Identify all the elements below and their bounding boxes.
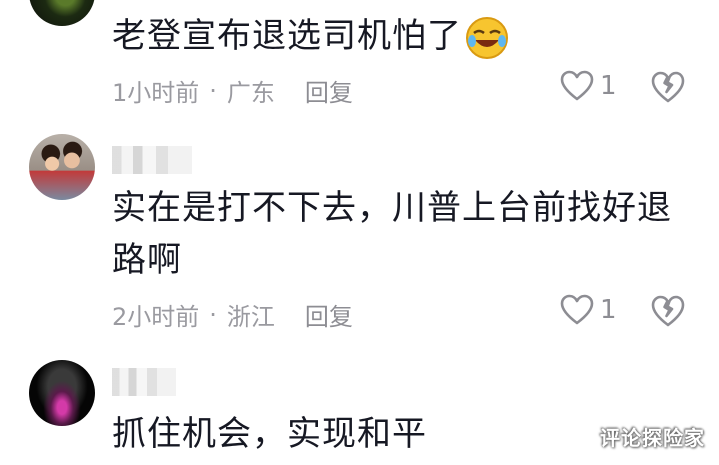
- reply-button[interactable]: 回复: [305, 73, 353, 108]
- like-button[interactable]: 1: [560, 294, 617, 326]
- like-count: 1: [600, 295, 617, 325]
- rofl-emoji-icon: [466, 16, 508, 59]
- avatar[interactable]: [29, 0, 95, 26]
- like-button[interactable]: 1: [560, 70, 617, 102]
- comment-location: 浙江: [226, 303, 275, 331]
- avatar[interactable]: [29, 134, 95, 200]
- username-blurred[interactable]: [112, 368, 176, 396]
- meta-separator: ·: [209, 300, 217, 329]
- meta-separator: ·: [209, 76, 217, 105]
- broken-heart-icon[interactable]: [650, 70, 686, 104]
- comment-text: 实在是打不下去，川普上台前找好退路啊: [112, 188, 672, 280]
- comment-time: 2小时前: [112, 303, 200, 331]
- reply-button[interactable]: 回复: [305, 297, 353, 332]
- watermark: 评论探险家: [600, 426, 705, 450]
- broken-heart-icon[interactable]: [650, 294, 686, 328]
- comment-meta: 1小时前 · 广东 回复: [112, 73, 353, 108]
- comment-text-content: 老登宣布退选司机怕了: [112, 16, 462, 56]
- avatar[interactable]: [29, 360, 95, 426]
- comment-time: 1小时前: [112, 79, 200, 107]
- heart-icon: [560, 70, 594, 101]
- comment-meta: 2小时前 · 浙江 回复: [112, 297, 353, 332]
- like-count: 1: [600, 71, 617, 101]
- comment-location: 广东: [226, 79, 275, 107]
- comment-text: 老登宣布退选司机怕了: [112, 10, 702, 62]
- heart-icon: [560, 294, 594, 325]
- username-blurred[interactable]: [112, 146, 192, 174]
